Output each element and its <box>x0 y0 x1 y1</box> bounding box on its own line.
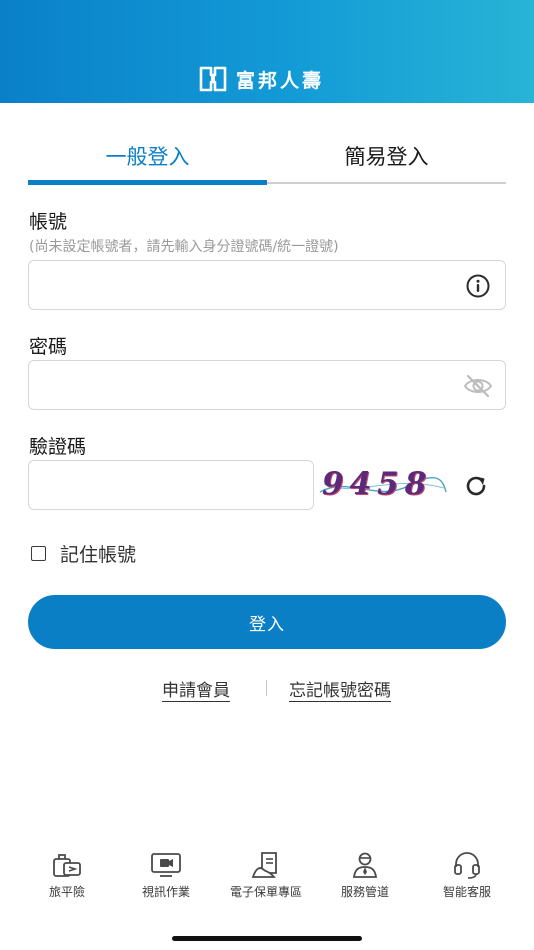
nav-e-policy[interactable]: 電子保單專區 <box>216 850 316 900</box>
forgot-password-link[interactable]: 忘記帳號密碼 <box>289 676 391 701</box>
nav-label: 智能客服 <box>442 885 491 899</box>
account-links: 申請會員 忘記帳號密碼 <box>0 676 534 704</box>
captcha-input[interactable] <box>29 461 313 509</box>
login-tabs: 一般登入 簡易登入 <box>28 130 506 186</box>
fubon-logo-icon <box>199 66 227 92</box>
nav-service-channels[interactable]: 服務管道 <box>315 850 415 900</box>
captcha-label: 驗證碼 <box>29 436 87 458</box>
password-input[interactable] <box>29 361 505 409</box>
service-person-icon <box>352 852 378 878</box>
refresh-icon[interactable] <box>462 472 490 500</box>
tab-active-indicator <box>28 180 267 185</box>
link-divider <box>266 680 267 696</box>
nav-label: 旅平險 <box>48 885 85 899</box>
remember-checkbox[interactable] <box>31 546 46 561</box>
nav-travel-insurance[interactable]: 旅平險 <box>17 850 117 900</box>
captcha-image: 9458 <box>318 462 448 506</box>
e-policy-icon <box>251 852 277 878</box>
remember-account[interactable]: 記住帳號 <box>31 540 136 567</box>
account-input[interactable] <box>29 261 505 309</box>
luggage-icon <box>53 854 81 877</box>
app-header: 富邦人壽 <box>0 0 534 103</box>
nav-label: 視訊作業 <box>141 885 190 899</box>
apply-member-link[interactable]: 申請會員 <box>162 676 230 701</box>
nav-video-service[interactable]: 視訊作業 <box>116 850 216 900</box>
login-button[interactable]: 登入 <box>28 595 506 649</box>
remember-label: 記住帳號 <box>60 544 137 566</box>
info-icon[interactable] <box>465 273 491 299</box>
account-field-box <box>28 260 506 310</box>
headset-icon <box>454 852 480 879</box>
bottom-nav: 旅平險 視訊作業 電子保單專區 服務管道 智能客服 <box>0 850 534 910</box>
password-label: 密碼 <box>29 336 68 358</box>
eye-off-icon[interactable] <box>463 373 493 399</box>
account-hint: (尚未設定帳號者，請先輸入身分證號碼/統一證號) <box>29 239 339 255</box>
home-indicator <box>172 936 362 941</box>
tab-simple-login[interactable]: 簡易登入 <box>267 130 506 182</box>
tab-general-login[interactable]: 一般登入 <box>28 130 267 182</box>
brand-name: 富邦人壽 <box>236 69 325 92</box>
captcha-field-box <box>28 460 314 510</box>
account-label: 帳號 <box>29 211 68 233</box>
captcha-code: 9458 <box>322 466 433 502</box>
password-field-box <box>28 360 506 410</box>
nav-label: 服務管道 <box>340 885 389 899</box>
brand: 富邦人壽 <box>198 64 324 94</box>
nav-smart-service[interactable]: 智能客服 <box>417 850 517 900</box>
video-monitor-icon <box>151 853 181 877</box>
nav-label: 電子保單專區 <box>229 885 302 899</box>
